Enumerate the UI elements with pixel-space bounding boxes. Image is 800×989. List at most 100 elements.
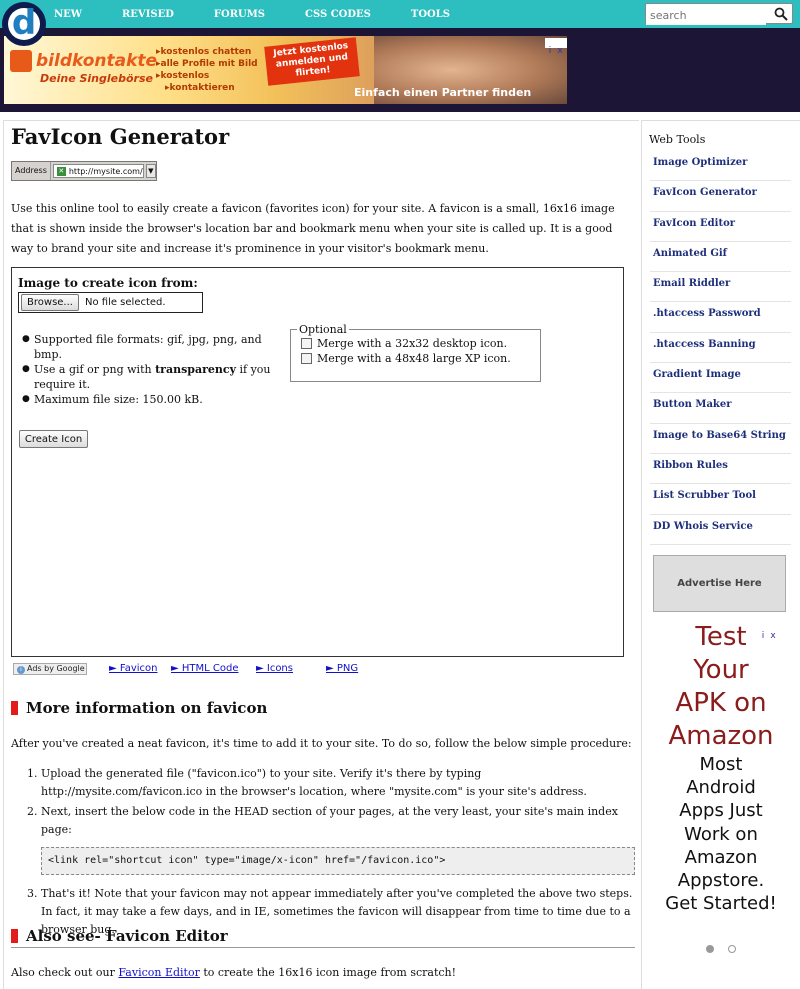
- sidebar-item: FavIcon Editor: [650, 212, 791, 242]
- nav-forums[interactable]: FORUMS: [214, 0, 265, 28]
- ad-brand-subtitle: Deine Singlebörse: [40, 72, 153, 85]
- address-label: Address: [12, 162, 51, 180]
- sidebar-item-favicon-generator[interactable]: FavIcon Generator: [653, 187, 757, 198]
- sidebar-heading: Web Tools: [649, 133, 706, 146]
- ad-brand: bildkontakte Deine Singlebörse: [10, 50, 157, 85]
- intro-text: Use this online tool to easily create a …: [11, 202, 615, 255]
- requirement-item: Use a gif or png with transparency if yo…: [22, 362, 284, 392]
- requirements-list: Supported file formats: gif, jpg, png, a…: [22, 332, 284, 407]
- sidebar-item: Button Maker: [650, 393, 791, 424]
- sidebar-item-animated-gif[interactable]: Animated Gif: [653, 248, 727, 259]
- merge-48-checkbox[interactable]: [301, 353, 312, 364]
- file-input[interactable]: Browse... No file selected.: [18, 292, 203, 313]
- option-48-row[interactable]: Merge with a 48x48 large XP icon.: [301, 351, 540, 366]
- sidebar-item: DD Whois Service: [650, 515, 791, 545]
- carousel-dots: [706, 945, 750, 953]
- apk-ad-body: Appstore.: [677, 870, 765, 892]
- sidebar-item-email-riddler[interactable]: Email Riddler: [653, 278, 730, 289]
- search-box: [645, 3, 793, 25]
- sidebar-item: Ribbon Rules: [650, 454, 791, 485]
- ad-links-bar: i Ads by Google ► Favicon ► HTML Code ► I…: [13, 662, 633, 676]
- sidebar-item: FavIcon Generator: [650, 181, 791, 212]
- steps-list: Upload the generated file ("favicon.ico"…: [11, 765, 635, 941]
- requirement-item: Maximum file size: 150.00 kB.: [22, 392, 284, 407]
- logo-letter: d: [11, 3, 37, 43]
- also-see-heading: Also see- Favicon Editor: [11, 927, 635, 948]
- option-32-row[interactable]: Merge with a 32x32 desktop icon.: [301, 336, 540, 351]
- sidebar-item-gradient-image[interactable]: Gradient Image: [653, 369, 741, 380]
- sidebar-item-image-optimizer[interactable]: Image Optimizer: [653, 157, 747, 168]
- adchoices-badge[interactable]: ix: [545, 38, 567, 56]
- search-input[interactable]: [646, 6, 766, 25]
- sidebar-item: List Scrubber Tool: [650, 484, 791, 515]
- ad-link-html-code[interactable]: ► HTML Code: [171, 663, 238, 674]
- sidebar-item: .htaccess Banning: [650, 333, 791, 364]
- apk-ad-body: Work on: [684, 823, 758, 845]
- nav-tools[interactable]: TOOLS: [411, 0, 450, 28]
- ad-cta[interactable]: Jetzt kostenlos anmelden und flirten!: [264, 37, 360, 86]
- site-logo[interactable]: d: [2, 2, 46, 46]
- adchoices-info-icon[interactable]: i: [545, 46, 555, 56]
- optional-legend: Optional: [299, 323, 347, 336]
- sidebar-item-favicon-editor[interactable]: FavIcon Editor: [653, 218, 735, 229]
- also-see-after: to create the 16x16 icon image from scra…: [203, 966, 457, 979]
- requirement-emphasis: transparency: [155, 363, 236, 376]
- nav-revised[interactable]: REVISED: [122, 0, 174, 28]
- code-snippet: <link rel="shortcut icon" type="image/x-…: [41, 847, 635, 875]
- nav-css-codes[interactable]: CSS CODES: [305, 0, 371, 28]
- carousel-dot[interactable]: [728, 945, 736, 953]
- sidebar-item: Image Optimizer: [650, 151, 791, 182]
- sidebar-item-image-to-base64[interactable]: Image to Base64 String: [653, 430, 786, 441]
- apk-ad-body: Android: [686, 777, 756, 799]
- sidebar-item-button-maker[interactable]: Button Maker: [653, 399, 732, 410]
- address-url: http://mysite.com/: [68, 166, 143, 176]
- banner-ad[interactable]: bildkontakte Deine Singlebörse kostenlos…: [4, 36, 567, 104]
- search-icon[interactable]: [774, 7, 788, 21]
- favicon-generator-form: Image to create icon from: Browse... No …: [11, 267, 624, 657]
- sidebar-item-htaccess-banning[interactable]: .htaccess Banning: [653, 339, 756, 350]
- ad-link-favicon[interactable]: ► Favicon: [109, 663, 157, 674]
- carousel-dot-active[interactable]: [706, 945, 714, 953]
- ad-close-icon[interactable]: x: [555, 46, 565, 56]
- sidebar-item-htaccess-password[interactable]: .htaccess Password: [653, 308, 761, 319]
- main-content: FavIcon Generator Address ✕ http://mysit…: [3, 120, 639, 989]
- sidebar-item-ribbon-rules[interactable]: Ribbon Rules: [653, 460, 728, 471]
- no-file-text: No file selected.: [85, 297, 166, 308]
- address-field: ✕ http://mysite.com/: [52, 164, 144, 178]
- ad-tagline: Einfach einen Partner finden: [354, 86, 532, 99]
- sidebar-item-dd-whois[interactable]: DD Whois Service: [653, 521, 753, 532]
- ad-brand-logo-icon: [10, 50, 32, 72]
- sidebar-item-list-scrubber[interactable]: List Scrubber Tool: [653, 490, 756, 501]
- also-see-heading-text: Also see- Favicon Editor: [26, 927, 228, 945]
- ads-by-google[interactable]: i Ads by Google: [13, 663, 87, 675]
- requirement-item: Supported file formats: gif, jpg, png, a…: [22, 332, 284, 362]
- favicon-editor-link[interactable]: Favicon Editor: [118, 966, 199, 979]
- apk-ad-headline: APK on: [675, 688, 767, 718]
- merge-32-checkbox[interactable]: [301, 338, 312, 349]
- option-label: Merge with a 32x32 desktop icon.: [317, 337, 508, 350]
- sidebar: Web Tools Image Optimizer FavIcon Genera…: [641, 120, 800, 989]
- sidebar-item: Gradient Image: [650, 363, 791, 394]
- apk-ad-body: Amazon: [684, 846, 758, 868]
- ad-link-png[interactable]: ► PNG: [326, 663, 358, 674]
- create-icon-button[interactable]: Create Icon: [19, 430, 88, 448]
- address-bar-demo: Address ✕ http://mysite.com/ ▼: [11, 161, 157, 181]
- step-text: Next, insert the below code in the HEAD …: [41, 805, 618, 836]
- apk-ad-headline: Test: [695, 622, 747, 652]
- requirement-text: Use a gif or png with: [34, 363, 152, 376]
- page-title: FavIcon Generator: [11, 124, 230, 149]
- sidebar-item: Image to Base64 String: [650, 424, 791, 454]
- ad-link-icons[interactable]: ► Icons: [256, 663, 293, 674]
- also-see-text: Also check out our Favicon Editor to cre…: [11, 964, 635, 981]
- web-tools-list: Image Optimizer FavIcon Generator FavIco…: [650, 151, 791, 545]
- browse-button[interactable]: Browse...: [21, 294, 79, 311]
- more-info-heading: More information on favicon: [11, 699, 267, 717]
- advertise-here-box[interactable]: Advertise Here: [653, 555, 786, 612]
- apk-ad[interactable]: Test Your APK on Amazon Most Android App…: [654, 621, 788, 915]
- nav-new[interactable]: NEW: [54, 0, 82, 28]
- image-field-label: Image to create icon from:: [18, 276, 198, 290]
- top-nav-bar: NEW REVISED FORUMS CSS CODES TOOLS: [0, 0, 800, 28]
- also-see-before: Also check out our: [11, 966, 115, 979]
- chevron-down-icon: ▼: [145, 164, 156, 178]
- heading-marker: [11, 929, 18, 943]
